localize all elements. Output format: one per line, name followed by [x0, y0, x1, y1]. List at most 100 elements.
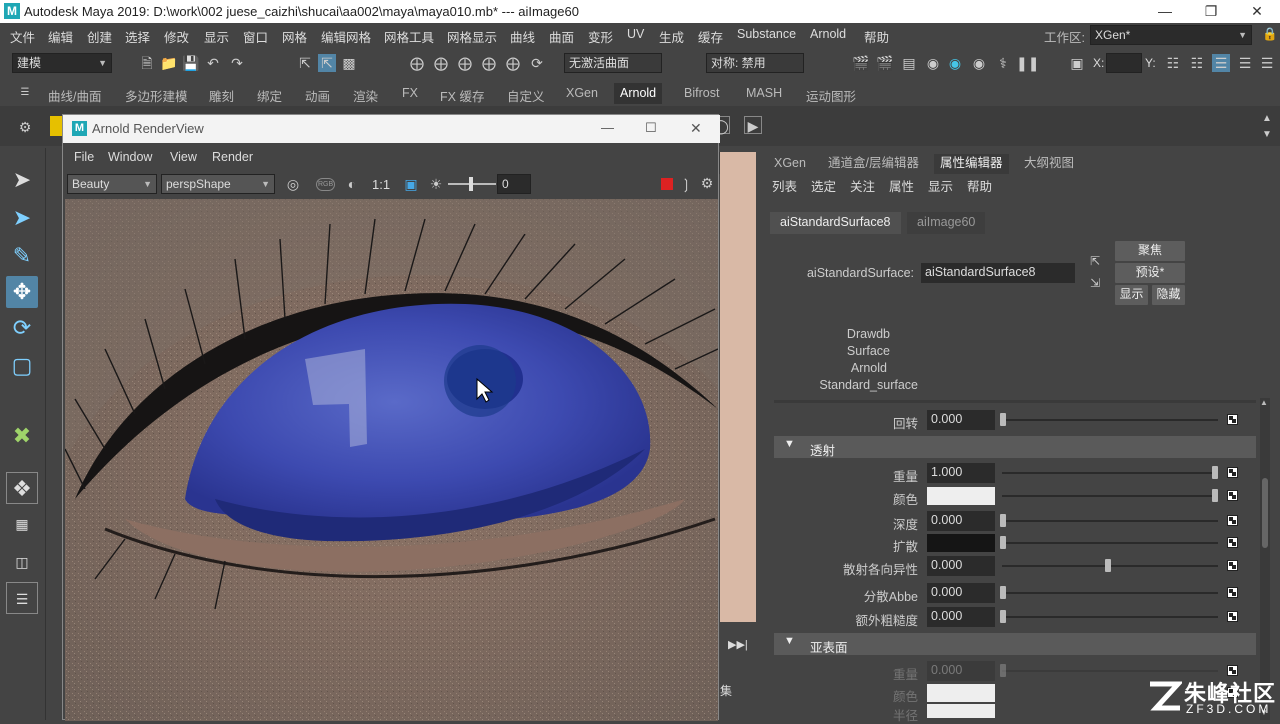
undo-icon[interactable]: ↶ [204, 54, 222, 72]
menu-set-dropdown[interactable]: 建模 ▼ [12, 53, 112, 73]
rotation-field[interactable]: 0.000 [927, 410, 995, 430]
show-manipulator-icon[interactable]: ✖ [6, 420, 38, 452]
render-settings-icon[interactable]: ▤ [900, 54, 918, 72]
open-scene-icon[interactable]: 📁 [160, 54, 178, 72]
menu-mesh-tools[interactable]: 网格工具 [384, 27, 434, 46]
render-current-frame-icon[interactable]: 🎬 [852, 54, 870, 72]
snap-point-icon[interactable]: ⨁ [456, 54, 474, 72]
ae-menu-attributes[interactable]: 属性 [889, 176, 914, 195]
menu-edit-mesh[interactable]: 编辑网格 [321, 27, 371, 46]
redo-icon[interactable]: ↷ [228, 54, 246, 72]
close-window-button[interactable]: ✕ [1234, 0, 1280, 23]
menu-select[interactable]: 选择 [125, 27, 150, 46]
ae-scrollbar-thumb[interactable] [1262, 478, 1268, 548]
shelf-tab-fx[interactable]: FX [402, 86, 418, 100]
minimize-button[interactable]: — [1142, 0, 1188, 23]
shelf-play-icon[interactable]: ▶ [744, 116, 762, 134]
rv-menu-view[interactable]: View [170, 150, 197, 164]
ae-menu-show[interactable]: 显示 [928, 176, 953, 195]
scale-tool-icon[interactable]: ▢ [6, 350, 38, 382]
character-controls-icon[interactable]: ☷ [1188, 54, 1206, 72]
menu-file[interactable]: 文件 [10, 27, 35, 46]
select-hierarchy-icon[interactable]: ⇱ [296, 54, 314, 72]
trans-scatter-map-button-icon[interactable] [1227, 537, 1238, 548]
tab-xgen[interactable]: XGen [768, 154, 812, 174]
show-button[interactable]: 显示 [1115, 285, 1148, 305]
shelf-options-icon[interactable]: ☰ [16, 84, 34, 102]
paint-select-tool-icon[interactable]: ✎ [6, 240, 38, 272]
symmetry-field[interactable]: 对称: 禁用 [706, 53, 804, 73]
ratio-1-1-button[interactable]: 1:1 [372, 177, 390, 192]
arnold-render-icon[interactable]: ◉ [946, 54, 964, 72]
aov-dropdown[interactable]: Beauty ▼ [67, 174, 157, 194]
node-tab-aiimage[interactable]: aiImage60 [907, 212, 986, 234]
hypershade-icon[interactable]: ◉ [924, 54, 942, 72]
menu-uv[interactable]: UV [627, 27, 644, 41]
trans-weight-field[interactable]: 1.000 [927, 463, 995, 483]
sss-weight-slider-handle[interactable] [1000, 664, 1006, 677]
shelf-tab-custom[interactable]: 自定义 [507, 86, 545, 105]
snap-view-icon[interactable]: ⨁ [480, 54, 498, 72]
sss-weight-slider[interactable] [1002, 670, 1218, 672]
rv-menu-file[interactable]: File [74, 150, 94, 164]
ae-menu-list[interactable]: 列表 [772, 176, 797, 195]
presets-button[interactable]: 预设* [1115, 263, 1185, 283]
menu-lock-icon[interactable]: 🔒 [1262, 27, 1278, 42]
shelf-tab-poly[interactable]: 多边形建模 [125, 86, 188, 105]
output-connection-icon[interactable]: ⇲ [1086, 274, 1104, 292]
dispersion-abbe-slider[interactable] [1002, 592, 1218, 594]
dispersion-abbe-slider-handle[interactable] [1000, 586, 1006, 599]
exposure-icon[interactable]: ☀ [427, 175, 445, 193]
extra-roughness-slider[interactable] [1002, 616, 1218, 618]
ae-scrollbar[interactable]: ▲ ▼ [1260, 398, 1270, 720]
rgb-channel-icon[interactable]: RGB [316, 178, 336, 191]
snap-surface-icon[interactable]: ⨁ [504, 54, 522, 72]
rotation-slider[interactable] [1002, 419, 1218, 421]
menu-deform[interactable]: 变形 [588, 27, 613, 46]
trans-depth-slider[interactable] [1002, 520, 1218, 522]
shelf-tab-arnold[interactable]: Arnold [614, 83, 663, 104]
trans-color-swatch[interactable] [927, 487, 995, 505]
trans-depth-slider-handle[interactable] [1000, 514, 1006, 527]
trans-color-slider-handle[interactable] [1212, 489, 1218, 502]
shelf-tab-sculpt[interactable]: 雕刻 [209, 86, 234, 105]
extra-roughness-slider-handle[interactable] [1000, 610, 1006, 623]
modeling-toolkit-icon[interactable]: ☷ [1164, 54, 1182, 72]
trans-scatter-slider[interactable] [1002, 542, 1218, 544]
shelf-tab-rendering[interactable]: 渲染 [353, 86, 378, 105]
trans-depth-map-button-icon[interactable] [1227, 515, 1238, 526]
rv-menu-window[interactable]: Window [108, 150, 152, 164]
pause-ipr-icon[interactable]: ❚❚ [1016, 54, 1039, 72]
scatter-anisotropy-slider-handle[interactable] [1105, 559, 1111, 572]
single-perspective-layout-icon[interactable]: ❖ [6, 472, 38, 504]
menu-curves[interactable]: 曲线 [510, 27, 535, 46]
trans-color-map-button-icon[interactable] [1227, 490, 1238, 501]
menu-edit[interactable]: 编辑 [48, 27, 73, 46]
transform-mode-icon[interactable]: ▣ [1068, 54, 1086, 72]
rv-menu-render[interactable]: Render [212, 150, 253, 164]
input-connection-icon[interactable]: ⇱ [1086, 252, 1104, 270]
camera-dropdown[interactable]: perspShape ▼ [161, 174, 275, 194]
menu-arnold[interactable]: Arnold [810, 27, 846, 41]
tool-settings-icon[interactable]: ☰ [1236, 54, 1254, 72]
trans-color-slider[interactable] [1002, 495, 1218, 497]
channel-box-icon[interactable]: ☰ [1258, 54, 1276, 72]
trans-scatter-swatch[interactable] [927, 534, 995, 552]
rotation-slider-handle[interactable] [1000, 413, 1006, 426]
rv-minimize-button[interactable]: — [601, 120, 614, 135]
color-correct-icon[interactable]: ◐ [343, 175, 361, 193]
menu-display[interactable]: 显示 [204, 27, 229, 46]
tab-channel-box[interactable]: 通道盒/层编辑器 [822, 154, 925, 174]
scatter-anisotropy-map-button-icon[interactable] [1227, 560, 1238, 571]
select-object-icon[interactable]: ⇱ [318, 54, 336, 72]
sss-color-swatch[interactable] [927, 684, 995, 702]
shelf-tab-bifrost[interactable]: Bifrost [684, 86, 719, 100]
select-component-icon[interactable]: ▩ [340, 54, 358, 72]
trans-depth-field[interactable]: 0.000 [927, 511, 995, 531]
hide-button[interactable]: 隐藏 [1152, 285, 1185, 305]
menu-modify[interactable]: 修改 [164, 27, 189, 46]
trans-weight-slider[interactable] [1002, 472, 1218, 474]
ipr-signal-icon[interactable]: ❳ [677, 175, 695, 193]
shelf-tab-rigging[interactable]: 绑定 [257, 86, 282, 105]
persp-outliner-layout-icon[interactable]: ◫ [6, 546, 38, 578]
